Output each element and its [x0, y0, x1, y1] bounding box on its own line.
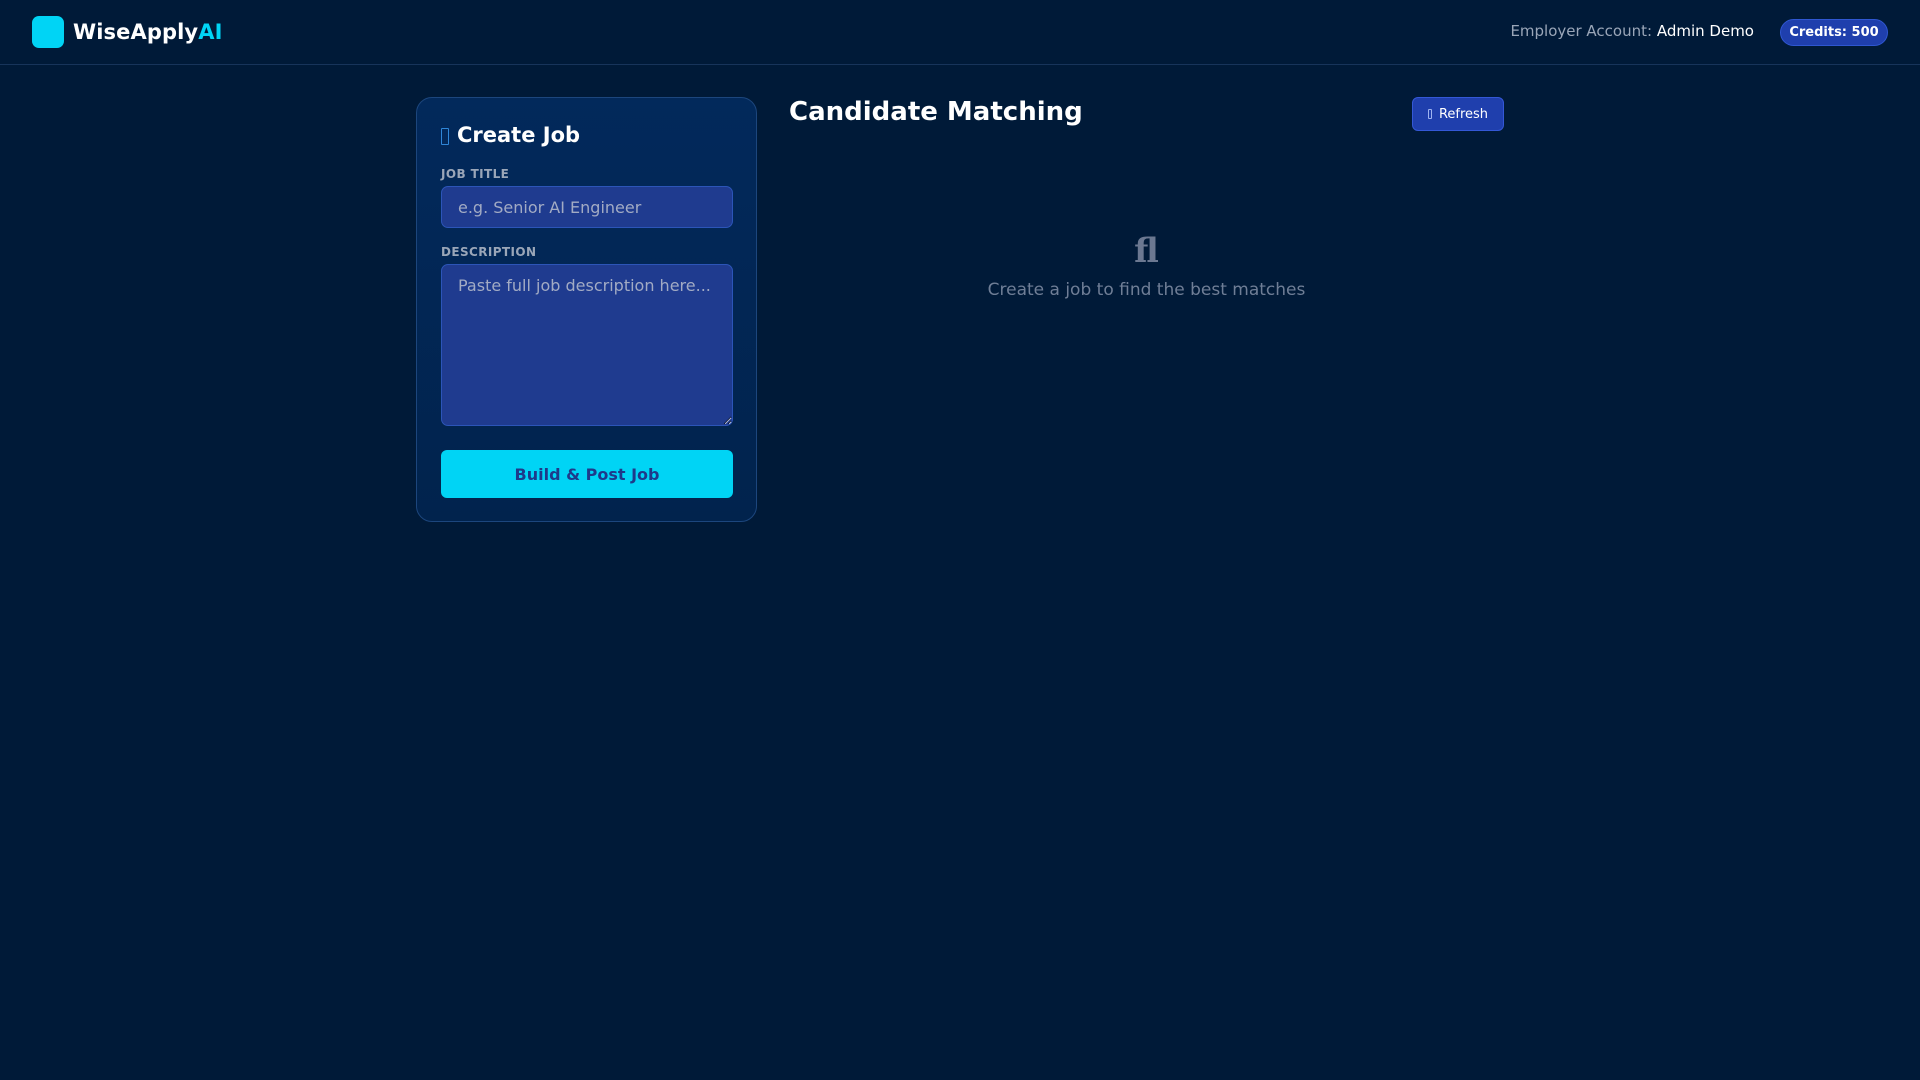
refresh-label: Refresh [1438, 106, 1489, 122]
empty-state: ﬂ Create a job to find the best matches [789, 230, 1504, 300]
candidate-matching-title: Candidate Matching [789, 97, 1083, 127]
brand[interactable]: WiseApplyAI [32, 16, 223, 48]
build-post-job-button[interactable]: Build & Post Job [441, 450, 733, 498]
plus-icon [441, 127, 449, 145]
top-bar: WiseApplyAI Employer Account: Admin Demo… [0, 0, 1920, 65]
create-job-title: Create Job [457, 123, 581, 147]
create-job-heading: Create Job [441, 123, 580, 147]
job-title-label: JOB TITLE [441, 167, 510, 181]
description-textarea[interactable] [441, 264, 733, 426]
refresh-icon [1427, 109, 1432, 119]
brand-name-main: WiseApply [73, 20, 199, 44]
brand-name-accent: AI [198, 20, 223, 44]
credits-badge: Credits: 500 [1780, 19, 1888, 46]
create-job-panel: Create Job JOB TITLE DESCRIPTION Build &… [416, 97, 757, 522]
description-label: DESCRIPTION [441, 245, 537, 259]
brand-logo-icon [32, 16, 64, 48]
empty-state-text: Create a job to find the best matches [987, 280, 1306, 300]
account-label: Employer Account: [1510, 22, 1653, 40]
refresh-button[interactable]: Refresh [1412, 97, 1504, 131]
empty-state-icon: ﬂ [1134, 231, 1159, 271]
account-info: Employer Account: Admin Demo [1510, 22, 1754, 40]
account-name: Admin Demo [1656, 22, 1754, 40]
job-title-input[interactable] [441, 186, 733, 228]
brand-name: WiseApplyAI [73, 20, 223, 44]
